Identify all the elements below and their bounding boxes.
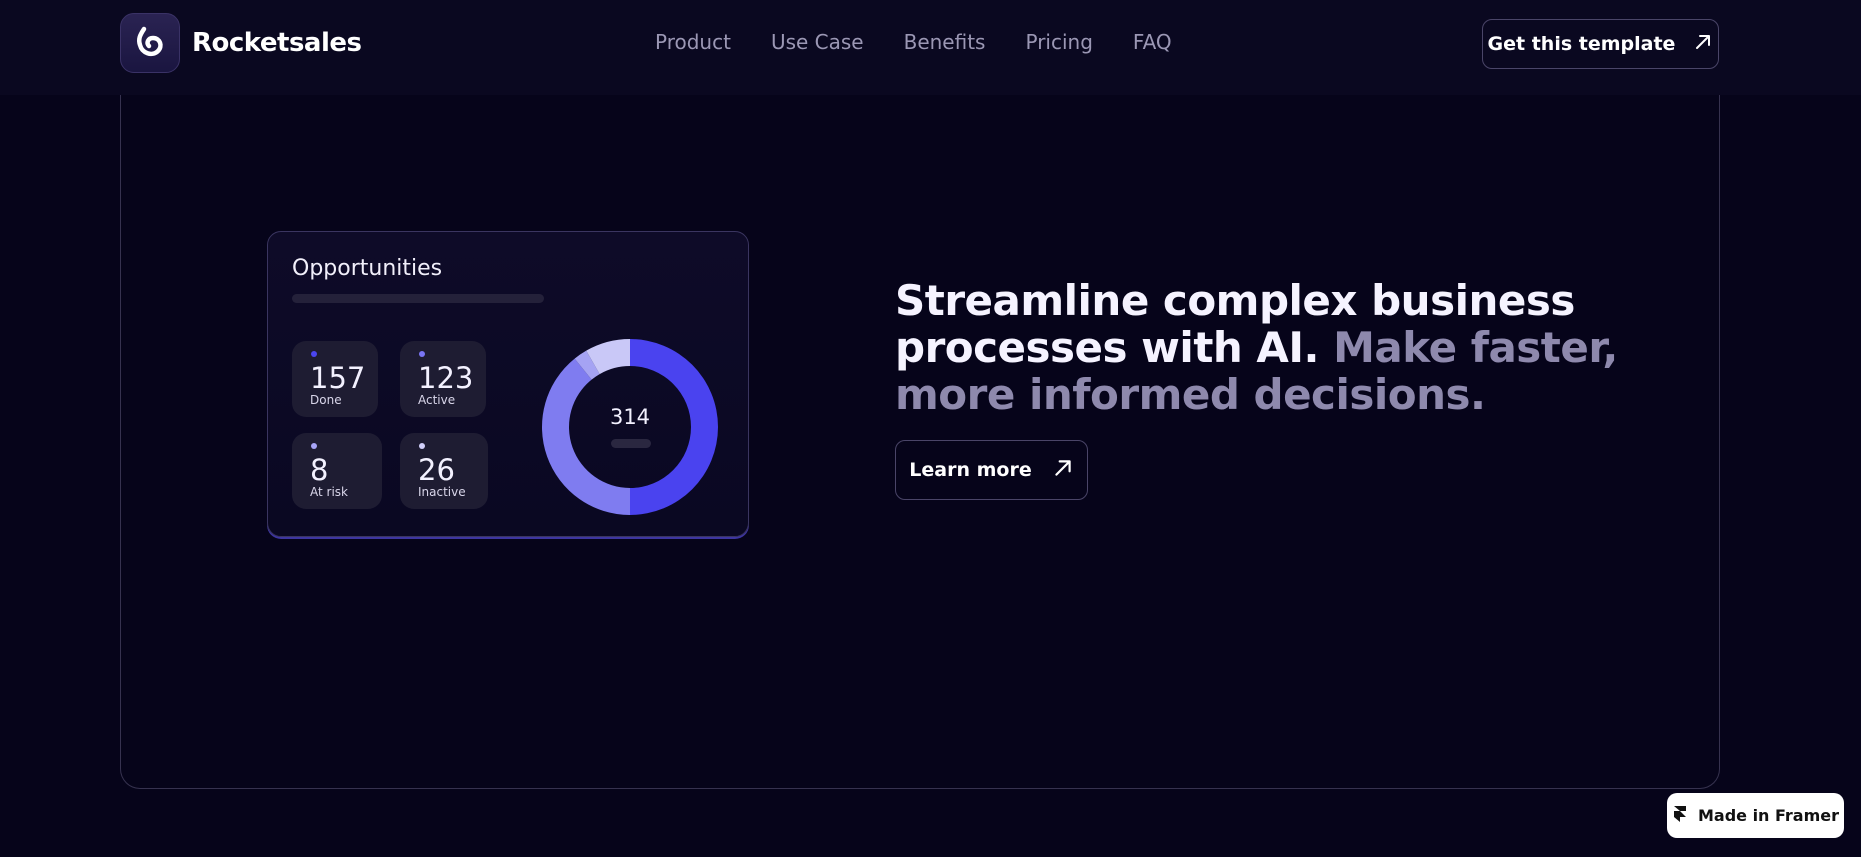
donut-total: 314: [609, 405, 651, 429]
status-dot: [311, 351, 317, 357]
card-placeholder-bar: [292, 294, 544, 303]
nav-item-use-case[interactable]: Use Case: [771, 30, 864, 54]
framer-badge-label: Made in Framer: [1697, 806, 1840, 825]
status-dot: [419, 443, 425, 449]
made-in-framer-badge[interactable]: Made in Framer: [1667, 793, 1844, 838]
status-dot: [419, 351, 425, 357]
card-title: Opportunities: [292, 256, 443, 281]
get-template-button[interactable]: Get this template: [1482, 19, 1719, 69]
brand-name: Rocketsales: [192, 28, 362, 58]
stat-value: 8: [310, 453, 329, 487]
nav-item-pricing[interactable]: Pricing: [1025, 30, 1092, 54]
stat-at-risk: 8 At risk: [292, 433, 382, 509]
stat-done: 157 Done: [292, 341, 378, 417]
opportunities-card: Opportunities 157 Done 123 Active 8 At r…: [267, 231, 749, 537]
stat-active: 123 Active: [400, 341, 486, 417]
stat-value: 26: [418, 453, 455, 487]
rocketsales-logo-icon: [120, 13, 180, 73]
stat-value: 123: [418, 361, 474, 395]
arrow-up-right-icon: [1693, 32, 1713, 57]
site-header: Rocketsales Product Use Case Benefits Pr…: [0, 0, 1861, 95]
nav-item-product[interactable]: Product: [655, 30, 731, 54]
get-template-label: Get this template: [1487, 33, 1676, 55]
stat-label: Done: [310, 393, 342, 407]
stat-inactive: 26 Inactive: [400, 433, 488, 509]
framer-logo-icon: [1672, 805, 1688, 827]
stat-label: At risk: [310, 485, 348, 499]
donut-placeholder-pill: [611, 439, 651, 448]
main-nav: Product Use Case Benefits Pricing FAQ: [655, 30, 1172, 54]
stat-value: 157: [310, 361, 366, 395]
stat-label: Active: [418, 393, 456, 407]
nav-item-benefits[interactable]: Benefits: [904, 30, 986, 54]
status-dot: [311, 443, 317, 449]
page: Rocketsales Product Use Case Benefits Pr…: [0, 0, 1861, 857]
brand-logo[interactable]: Rocketsales: [120, 13, 362, 73]
learn-more-button[interactable]: Learn more: [895, 440, 1088, 500]
stat-label: Inactive: [418, 485, 466, 499]
arrow-up-right-icon: [1052, 457, 1074, 484]
donut-slice-active: [542, 358, 630, 515]
learn-more-label: Learn more: [909, 459, 1032, 481]
hero-headline: Streamline complex business processes wi…: [895, 277, 1675, 418]
nav-item-faq[interactable]: FAQ: [1133, 30, 1172, 54]
